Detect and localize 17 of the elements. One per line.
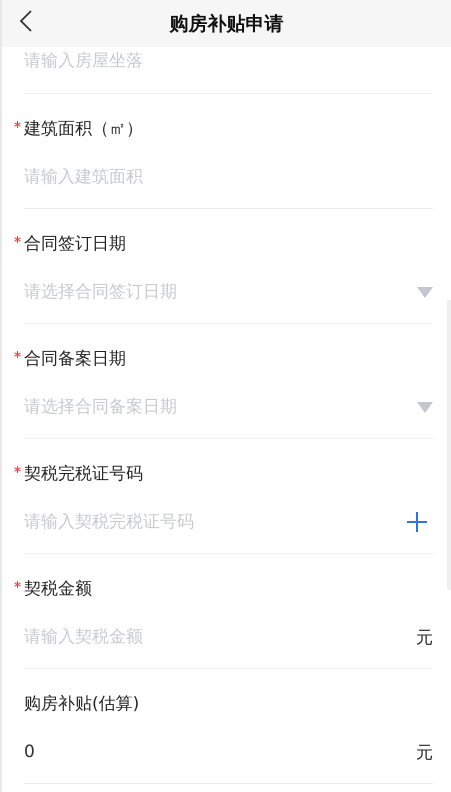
unit-label: 元: [416, 626, 433, 648]
required-asterisk-icon: [14, 580, 21, 588]
field-label: 合同签订日期: [24, 232, 126, 254]
field-label: 契税完税证号码: [24, 462, 143, 484]
field-label: 建筑面积（㎡）: [24, 118, 143, 140]
required-asterisk-icon: [14, 350, 21, 358]
required-asterisk-icon: [14, 466, 21, 472]
unit-label: 元: [416, 742, 433, 764]
field-label: 购房补贴(估算): [24, 692, 140, 714]
page-title: 购房补贴申请: [170, 12, 284, 36]
back-icon[interactable]: [19, 10, 33, 32]
add-icon[interactable]: [407, 512, 427, 532]
input-field[interactable]: 0: [24, 738, 416, 766]
field-label: 合同备案日期: [24, 348, 126, 370]
required-asterisk-icon: [14, 120, 21, 128]
field-label: 契税金额: [24, 578, 92, 600]
required-asterisk-icon: [14, 236, 21, 242]
